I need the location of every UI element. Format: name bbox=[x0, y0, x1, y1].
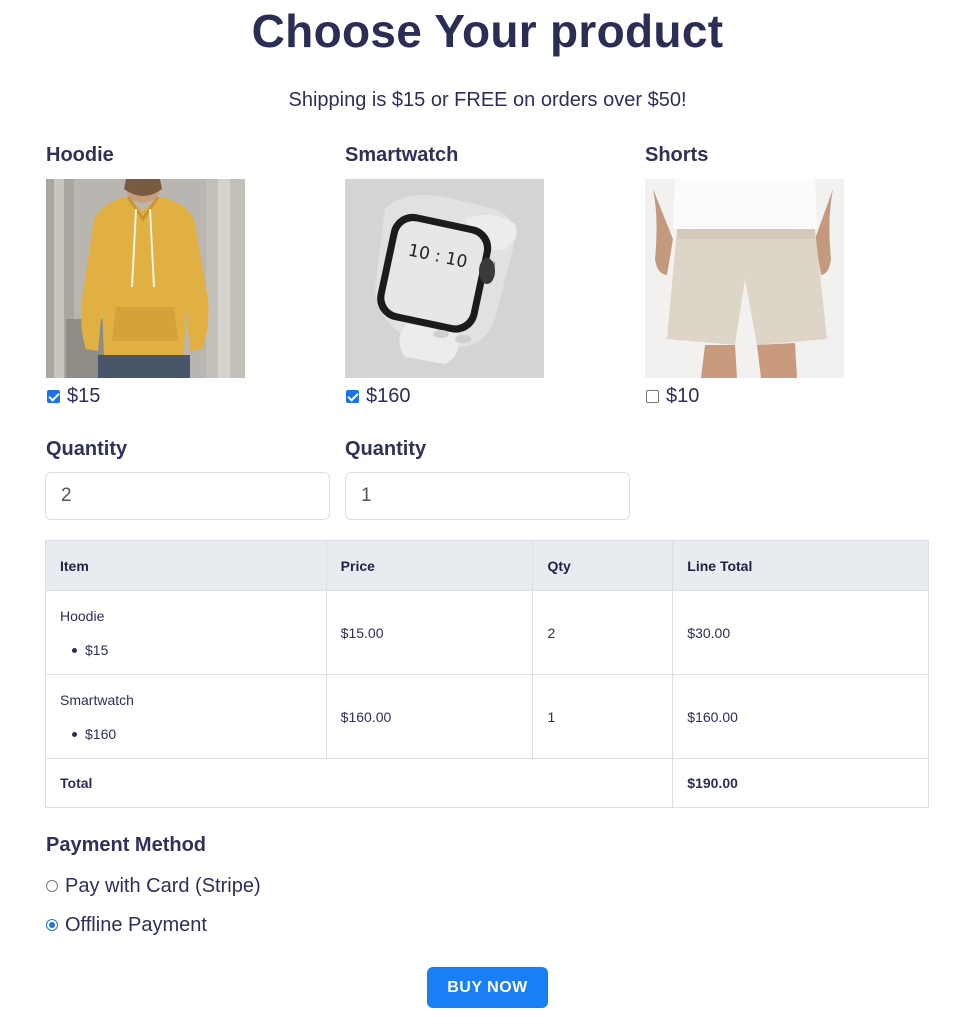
qty-cell: 1 bbox=[532, 674, 674, 759]
item-option: $15 bbox=[60, 642, 312, 658]
hoodie-image bbox=[46, 179, 245, 378]
total-label: Total bbox=[44, 758, 674, 808]
table-row: Smartwatch $160 $160.00 1 $160.00 bbox=[45, 674, 929, 759]
product-select-row: $15 bbox=[46, 384, 286, 408]
quantity-label: Quantity bbox=[345, 438, 427, 460]
card-radio[interactable] bbox=[46, 880, 58, 892]
qty-cell: 2 bbox=[532, 590, 674, 675]
smartwatch-checkbox[interactable] bbox=[346, 389, 359, 403]
product-name: Hoodie bbox=[46, 144, 114, 166]
product-price: $10 bbox=[666, 384, 700, 407]
product-select-row: $160 bbox=[345, 384, 585, 408]
payment-method-title: Payment Method bbox=[46, 834, 207, 856]
quantity-input-smartwatch[interactable] bbox=[345, 472, 630, 520]
column-header-line-total: Line Total bbox=[672, 540, 929, 591]
line-total-cell: $160.00 bbox=[672, 674, 929, 759]
quantity-label: Quantity bbox=[46, 438, 128, 460]
product-name: Smartwatch bbox=[345, 144, 459, 166]
item-option: $160 bbox=[60, 726, 312, 742]
shorts-checkbox[interactable] bbox=[646, 389, 659, 403]
product-smartwatch: Smartwatch 10 : 10 $160 bbox=[345, 144, 585, 408]
column-header-qty: Qty bbox=[532, 540, 674, 591]
total-value: $190.00 bbox=[672, 758, 929, 808]
product-price: $15 bbox=[67, 384, 101, 407]
product-hoodie: Hoodie $15 bbox=[46, 144, 286, 408]
column-header-price: Price bbox=[325, 540, 534, 591]
payment-option-card[interactable]: Pay with Card (Stripe) bbox=[46, 873, 261, 899]
line-total-cell: $30.00 bbox=[672, 590, 929, 675]
item-cell: Hoodie $15 bbox=[45, 590, 327, 675]
product-name: Shorts bbox=[645, 144, 709, 166]
total-row: Total $190.00 bbox=[44, 758, 929, 808]
payment-option-offline[interactable]: Offline Payment bbox=[46, 912, 207, 938]
smartwatch-image: 10 : 10 bbox=[345, 179, 544, 378]
shipping-note: Shipping is $15 or FREE on orders over $… bbox=[288, 89, 687, 111]
order-summary-table: Item Price Qty Line Total Hoodie $15 $15… bbox=[44, 540, 929, 808]
item-cell: Smartwatch $160 bbox=[45, 674, 327, 759]
offline-radio[interactable] bbox=[46, 919, 58, 931]
product-select-row: $10 bbox=[645, 384, 885, 408]
quantity-input-hoodie[interactable] bbox=[45, 472, 330, 520]
price-cell: $15.00 bbox=[325, 590, 534, 675]
payment-option-label: Offline Payment bbox=[65, 913, 207, 936]
quantity-smartwatch: Quantity bbox=[345, 438, 630, 520]
table-row: Hoodie $15 $15.00 2 $30.00 bbox=[45, 590, 929, 675]
product-shorts: Shorts $10 bbox=[645, 144, 885, 408]
shorts-image bbox=[645, 179, 844, 378]
column-header-item: Item bbox=[45, 540, 327, 591]
quantity-hoodie: Quantity bbox=[45, 438, 330, 520]
table-header-row: Item Price Qty Line Total bbox=[45, 540, 929, 591]
product-price: $160 bbox=[366, 384, 411, 407]
payment-option-label: Pay with Card (Stripe) bbox=[65, 874, 261, 897]
item-name: Smartwatch bbox=[60, 691, 134, 708]
buy-now-button[interactable]: BUY NOW bbox=[427, 967, 548, 1008]
price-cell: $160.00 bbox=[325, 674, 534, 759]
item-name: Hoodie bbox=[60, 607, 105, 624]
page-title: Choose Your product bbox=[251, 5, 724, 57]
hoodie-checkbox[interactable] bbox=[47, 389, 60, 403]
